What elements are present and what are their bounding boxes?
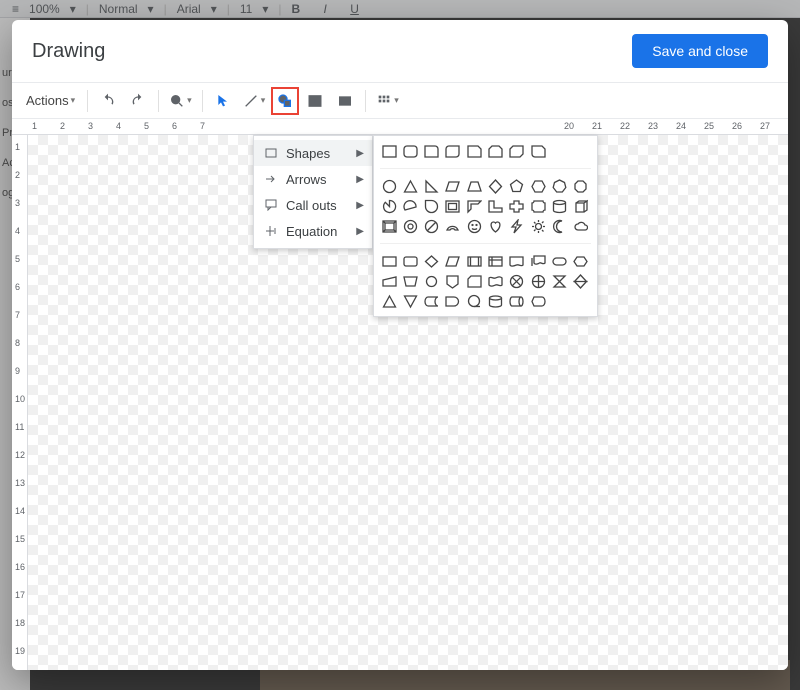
shape-manual-op[interactable] (401, 272, 419, 290)
shape-process[interactable] (380, 252, 398, 270)
shape-sun[interactable] (529, 217, 547, 235)
shape-tool-button[interactable] (271, 87, 299, 115)
shape-lightning[interactable] (508, 217, 526, 235)
shape-tape[interactable] (486, 272, 504, 290)
equation-icon (264, 225, 278, 237)
shape-smiley[interactable] (465, 217, 483, 235)
shape-prep[interactable] (572, 252, 590, 270)
shape-collate[interactable] (550, 272, 568, 290)
chevron-right-icon: ▶ (356, 200, 364, 211)
shape-menu-shapes[interactable]: Shapes▶ (254, 140, 372, 166)
shape-delay[interactable] (444, 292, 462, 310)
rect-icon (264, 147, 278, 159)
shape-heptagon[interactable] (550, 177, 568, 195)
shape-diamond[interactable] (486, 177, 504, 195)
shape-terminator[interactable] (550, 252, 568, 270)
arrow-icon (264, 173, 278, 185)
svg-text:T: T (313, 96, 318, 105)
shape-hexagon[interactable] (529, 177, 547, 195)
shape-circle[interactable] (380, 177, 398, 195)
chevron-right-icon: ▶ (356, 226, 364, 237)
shape-manual-in[interactable] (380, 272, 398, 290)
shape-category-menu: Shapes▶Arrows▶Call outs▶Equation▶ (253, 135, 373, 249)
shape-parallelogram[interactable] (444, 177, 462, 195)
shape-snip-round[interactable] (529, 142, 547, 160)
shape-moon[interactable] (550, 217, 568, 235)
shape-alt-process[interactable] (401, 252, 419, 270)
shape-snip1[interactable] (465, 142, 483, 160)
drawing-canvas[interactable]: Shapes▶Arrows▶Call outs▶Equation▶ (28, 135, 788, 670)
shape-rt-triangle[interactable] (423, 177, 441, 195)
select-tool-button[interactable] (209, 87, 237, 115)
shape-cloud[interactable] (572, 217, 590, 235)
shape-sum[interactable] (508, 272, 526, 290)
undo-button[interactable] (94, 87, 122, 115)
shape-seq-store[interactable] (465, 292, 483, 310)
shape-chord[interactable] (401, 197, 419, 215)
shape-document[interactable] (508, 252, 526, 270)
more-tool-button[interactable]: ▾ (372, 87, 403, 115)
shape-internal[interactable] (486, 252, 504, 270)
shape-rrect[interactable] (401, 142, 419, 160)
shape-heart[interactable] (486, 217, 504, 235)
line-tool-button[interactable]: ▾ (239, 87, 270, 115)
shapes-palette (373, 135, 598, 317)
actions-menu-button[interactable]: Actions▾ (20, 87, 81, 115)
shape-direct[interactable] (508, 292, 526, 310)
vertical-ruler: 1234567891011121314151617181920 (12, 135, 28, 670)
drawing-dialog: Drawing Save and close Actions▾ ▾ ▾ T ▾ … (12, 20, 788, 670)
shape-block-arc[interactable] (444, 217, 462, 235)
shape-menu-call-outs[interactable]: Call outs▶ (254, 192, 372, 218)
shape-or[interactable] (529, 272, 547, 290)
shape-teardrop[interactable] (423, 197, 441, 215)
horizontal-ruler: 12345672021222324252627 (12, 119, 788, 135)
shape-frame[interactable] (444, 197, 462, 215)
shape-menu-arrows[interactable]: Arrows▶ (254, 166, 372, 192)
shape-predef[interactable] (465, 252, 483, 270)
chevron-right-icon: ▶ (356, 148, 364, 159)
shape-can[interactable] (550, 197, 568, 215)
dialog-title: Drawing (32, 40, 105, 63)
shape-cross[interactable] (508, 197, 526, 215)
shape-extract[interactable] (380, 292, 398, 310)
shape-sort[interactable] (572, 272, 590, 290)
shape-data[interactable] (444, 252, 462, 270)
shape-offpage[interactable] (444, 272, 462, 290)
save-and-close-button[interactable]: Save and close (632, 34, 768, 68)
shape-half-frame[interactable] (465, 197, 483, 215)
shape-bevel[interactable] (380, 217, 398, 235)
shape-display[interactable] (529, 292, 547, 310)
shape-pentagon[interactable] (508, 177, 526, 195)
zoom-button[interactable]: ▾ (165, 87, 196, 115)
shape-pie[interactable] (380, 197, 398, 215)
drawing-toolbar: Actions▾ ▾ ▾ T ▾ (12, 83, 788, 119)
redo-button[interactable] (124, 87, 152, 115)
shape-rrect-diag[interactable] (444, 142, 462, 160)
shape-merge[interactable] (401, 292, 419, 310)
shape-no[interactable] (423, 217, 441, 235)
shape-snip-diag[interactable] (508, 142, 526, 160)
shape-donut[interactable] (401, 217, 419, 235)
shape-triangle[interactable] (401, 177, 419, 195)
callout-icon (264, 199, 278, 211)
shape-rect[interactable] (380, 142, 398, 160)
shape-snip2[interactable] (486, 142, 504, 160)
shape-octagon[interactable] (572, 177, 590, 195)
shape-l-shape[interactable] (486, 197, 504, 215)
shape-decision[interactable] (423, 252, 441, 270)
shape-menu-equation[interactable]: Equation▶ (254, 218, 372, 244)
shape-plaque[interactable] (529, 197, 547, 215)
image-tool-button[interactable] (331, 87, 359, 115)
shape-mag-disk[interactable] (486, 292, 504, 310)
textbox-tool-button[interactable]: T (301, 87, 329, 115)
shape-cube[interactable] (572, 197, 590, 215)
shape-card[interactable] (465, 272, 483, 290)
shape-rrect-single[interactable] (423, 142, 441, 160)
shape-store[interactable] (423, 292, 441, 310)
shape-trapezoid[interactable] (465, 177, 483, 195)
chevron-right-icon: ▶ (356, 174, 364, 185)
shape-multidoc[interactable] (529, 252, 547, 270)
shape-connector[interactable] (423, 272, 441, 290)
